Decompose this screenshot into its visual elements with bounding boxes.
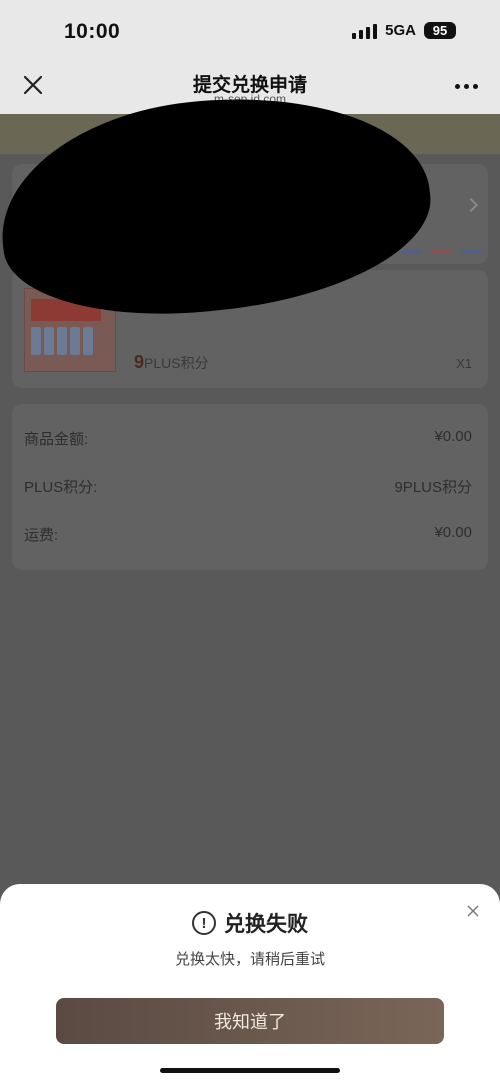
summary-value: ¥0.00: [434, 524, 472, 541]
dialog-message: 兑换太快，请稍后重试: [174, 951, 325, 968]
summary-row-amount: 商品金额: ¥0.00: [24, 428, 472, 449]
more-icon[interactable]: [455, 84, 478, 89]
summary-value: 9PLUS积分: [394, 479, 472, 496]
summary-label: PLUS积分:: [24, 479, 98, 496]
product-price-number: 9: [134, 352, 145, 372]
status-indicators: 5GA 95: [352, 22, 456, 39]
product-price: 9PLUS积分: [134, 352, 209, 373]
dialog-header: ! 兑换失败: [0, 908, 500, 938]
summary-label: 商品金额:: [24, 431, 89, 448]
summary-value: ¥0.00: [434, 428, 472, 445]
battery-icon: 95: [424, 22, 456, 39]
summary-row-shipping: 运费: ¥0.00: [24, 524, 472, 545]
dialog-title: 兑换失败: [224, 913, 308, 936]
summary-row-points: PLUS积分: 9PLUS积分: [24, 476, 472, 497]
home-indicator: [160, 1068, 340, 1073]
signal-icon: [352, 23, 378, 39]
confirm-button[interactable]: 我知道了: [56, 998, 444, 1044]
product-price-unit: PLUS积分: [144, 355, 209, 371]
network-type: 5GA: [385, 22, 416, 39]
chevron-right-icon: [463, 197, 479, 213]
error-dialog: ! 兑换失败 兑换太快，请稍后重试 我知道了: [0, 884, 500, 1084]
status-time: 10:00: [64, 20, 121, 43]
summary-card: 商品金额: ¥0.00 PLUS积分: 9PLUS积分 运费: ¥0.00: [12, 404, 488, 570]
warning-icon: !: [192, 911, 216, 935]
status-bar: 10:00 5GA 95: [0, 0, 500, 62]
summary-label: 运费:: [24, 527, 59, 544]
product-quantity: X1: [456, 356, 472, 371]
